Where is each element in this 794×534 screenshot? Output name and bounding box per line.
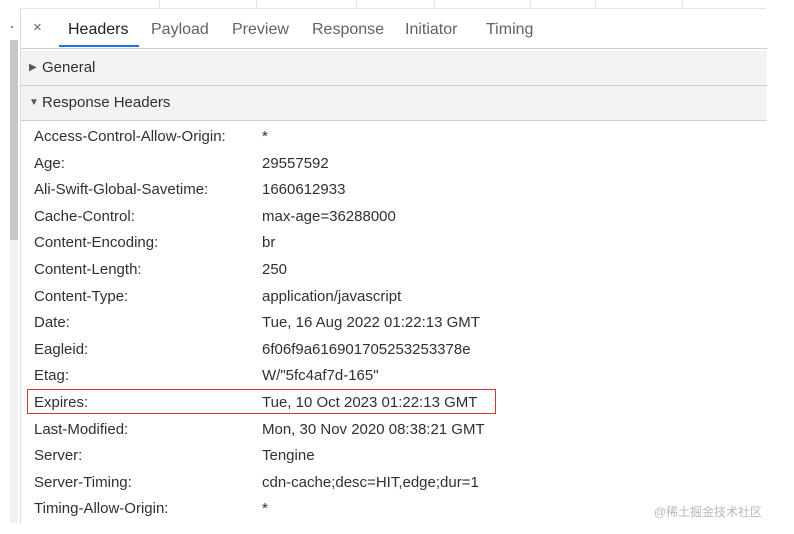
header-name: Etag: (34, 367, 70, 385)
header-value: 250 (262, 260, 288, 278)
header-name: Age: (34, 154, 65, 172)
header-value: W/"5fc4af7d-165" (262, 367, 379, 385)
tab-preview[interactable]: Preview (232, 21, 289, 39)
header-value: br (262, 234, 276, 252)
header-value: application/javascript (262, 287, 402, 305)
collapse-arrow-icon: ▼ (29, 97, 39, 108)
tab-timing[interactable]: Timing (486, 21, 533, 39)
header-row: Date: Tue, 16 Aug 2022 01:22:13 GMT (21, 309, 767, 336)
tab-payload[interactable]: Payload (151, 21, 209, 39)
active-tab-indicator (59, 45, 139, 47)
header-name: Content-Type: (34, 287, 129, 305)
header-value: 1660612933 (262, 181, 346, 199)
header-name: Ali-Swift-Global-Savetime: (34, 181, 209, 199)
tab-bar: × Headers Payload Preview Response Initi… (21, 9, 767, 49)
response-headers-list: Access-Control-Allow-Origin: * Age: 2955… (21, 123, 767, 522)
header-row: Server-Timing: cdn-cache;desc=HIT,edge;d… (21, 469, 767, 496)
header-value: Mon, 30 Nov 2020 08:38:21 GMT (262, 420, 485, 438)
header-value: 6f06f9a616901705253253378e (262, 340, 471, 358)
header-row: Access-Control-Allow-Origin: * (21, 123, 767, 150)
section-response-headers-label: Response Headers (42, 94, 171, 111)
header-row: Cache-Control: max-age=36288000 (21, 203, 767, 230)
tab-headers[interactable]: Headers (68, 21, 128, 39)
header-value: * (262, 500, 268, 518)
header-row: Server: Tengine (21, 442, 767, 469)
section-general[interactable]: ▶ General (21, 51, 767, 86)
header-row: Ali-Swift-Global-Savetime: 1660612933 (21, 176, 767, 203)
header-row: Age: 29557592 (21, 150, 767, 177)
header-value: 29557592 (262, 154, 329, 172)
header-value: Tue, 16 Aug 2022 01:22:13 GMT (262, 314, 480, 332)
left-tick (11, 26, 13, 28)
expand-arrow-icon: ▶ (29, 62, 37, 73)
scrollbar-thumb[interactable] (10, 40, 18, 240)
header-name: Eagleid: (34, 340, 89, 358)
expires-highlight-box (27, 389, 496, 414)
header-name: Cache-Control: (34, 207, 135, 225)
header-row: Eagleid: 6f06f9a616901705253253378e (21, 336, 767, 363)
header-row: Etag: W/"5fc4af7d-165" (21, 362, 767, 389)
top-strip (20, 0, 766, 9)
header-row: Last-Modified: Mon, 30 Nov 2020 08:38:21… (21, 416, 767, 443)
watermark: @稀土掘金技术社区 (653, 505, 762, 519)
tab-response[interactable]: Response (312, 21, 384, 39)
header-value: cdn-cache;desc=HIT,edge;dur=1 (262, 473, 479, 491)
header-value: max-age=36288000 (262, 207, 396, 225)
devtools-frame: × Headers Payload Preview Response Initi… (0, 0, 794, 534)
header-name: Last-Modified: (34, 420, 129, 438)
network-details-panel: × Headers Payload Preview Response Initi… (20, 9, 767, 523)
header-name: Content-Encoding: (34, 234, 159, 252)
header-name: Date: (34, 314, 70, 332)
section-general-label: General (42, 59, 96, 76)
header-name: Access-Control-Allow-Origin: (34, 128, 226, 145)
header-row: Content-Length: 250 (21, 256, 767, 283)
header-name: Timing-Allow-Origin: (34, 500, 169, 518)
header-name: Content-Length: (34, 260, 142, 278)
header-row: Content-Type: application/javascript (21, 283, 767, 310)
header-name: Server: (34, 447, 83, 465)
header-name: Server-Timing: (34, 473, 132, 491)
section-response-headers[interactable]: ▼ Response Headers (21, 86, 767, 121)
header-row: Content-Encoding: br (21, 229, 767, 256)
header-value: * (262, 128, 268, 145)
header-value: Tengine (262, 447, 315, 465)
tab-initiator[interactable]: Initiator (405, 21, 457, 39)
close-icon[interactable]: × (33, 19, 42, 36)
